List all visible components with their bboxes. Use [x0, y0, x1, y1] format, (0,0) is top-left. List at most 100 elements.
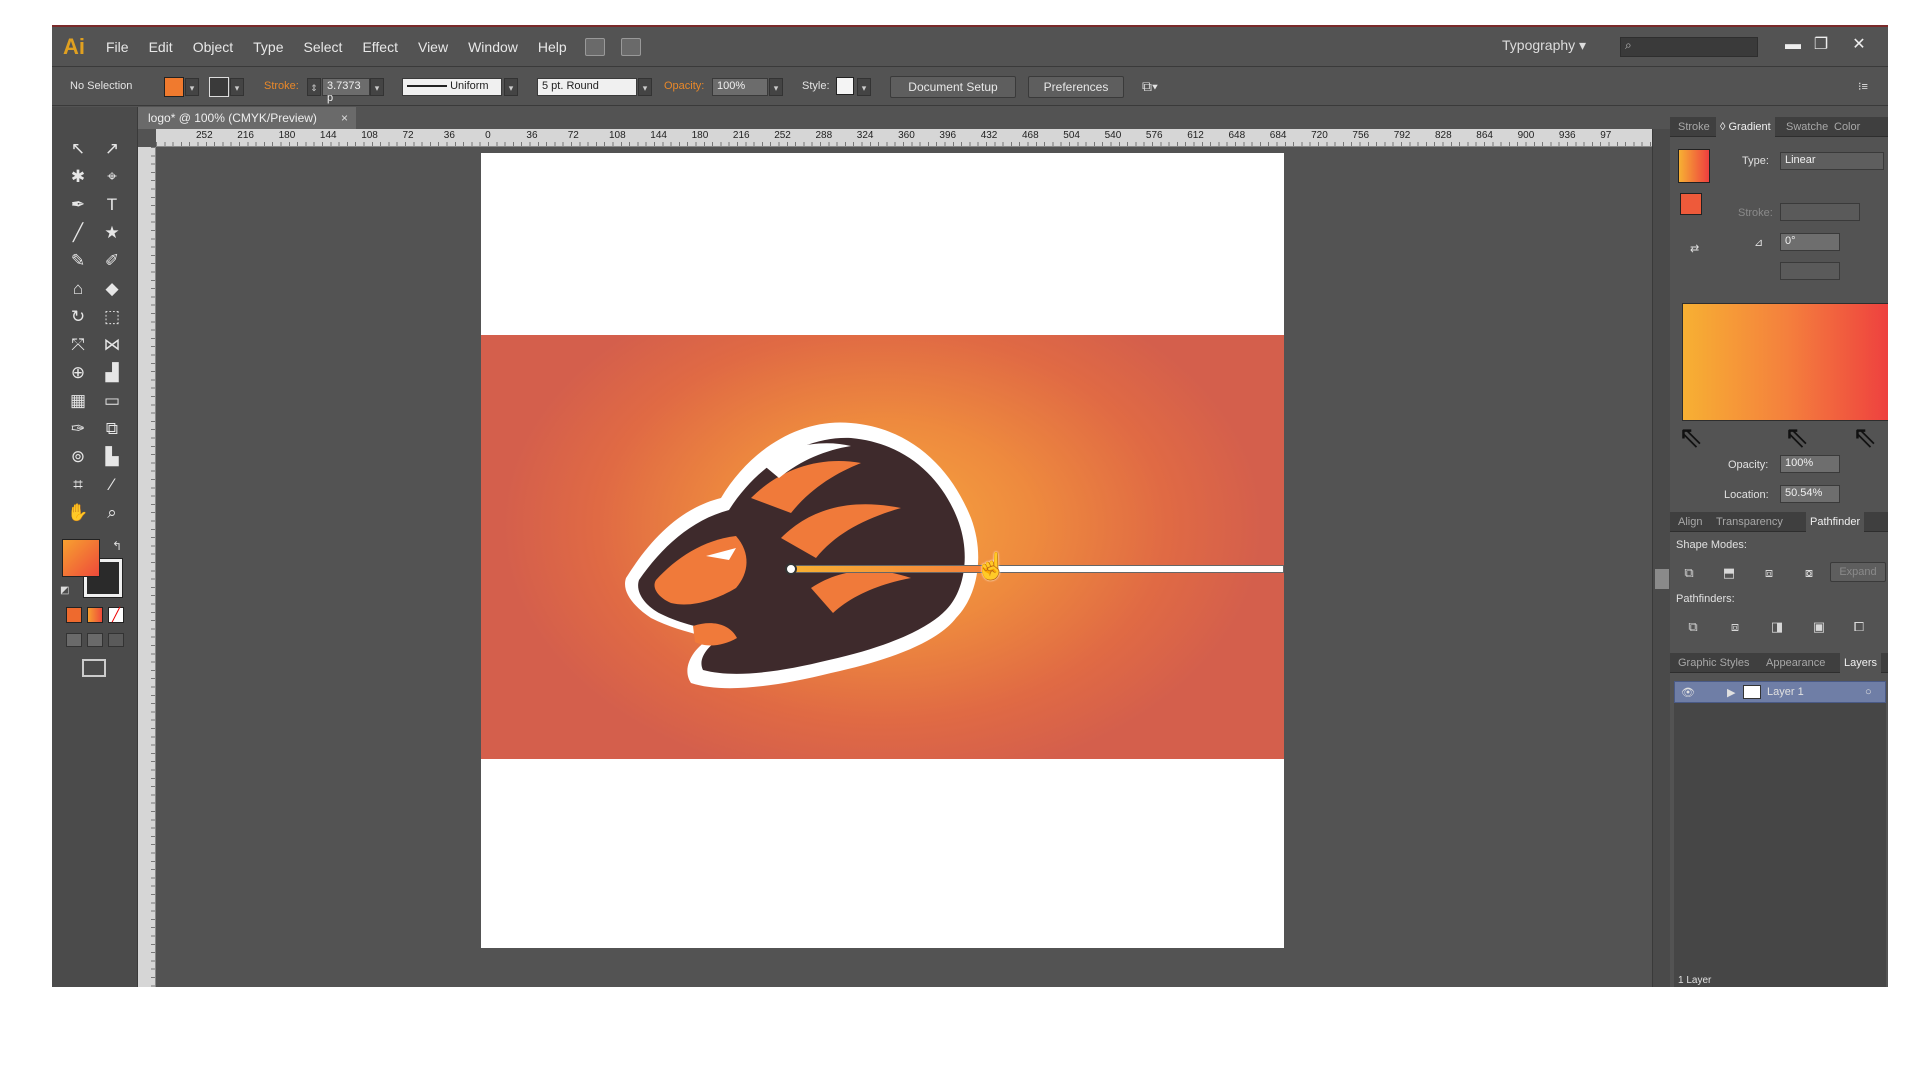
perspective-grid-tool-icon[interactable]: ▟ [98, 361, 126, 385]
bridge-icon[interactable] [584, 37, 605, 56]
default-colors-icon[interactable]: ◩ [60, 585, 69, 596]
none-mode-icon[interactable]: ╱ [108, 607, 124, 623]
artboard[interactable]: ☝ [481, 153, 1284, 948]
menu-view[interactable]: View [408, 39, 458, 55]
gradient-mode-icon[interactable] [87, 607, 103, 623]
horizontal-ruler[interactable]: 252 216 180 144 108 72 36 0 36 72 108 144 180 216 252 2… [156, 129, 1670, 147]
workspace-switcher[interactable]: Typography ▾ [1502, 37, 1586, 54]
style-swatch[interactable] [836, 77, 854, 95]
gradient-tool-icon[interactable]: ▭ [98, 389, 126, 413]
screen-mode-icon[interactable] [82, 659, 106, 677]
scale-tool-icon[interactable]: ⬚ [98, 305, 126, 329]
vertical-ruler[interactable] [138, 147, 156, 987]
menu-effect[interactable]: Effect [352, 39, 408, 55]
angle-field[interactable]: 0° [1780, 233, 1840, 251]
menu-help[interactable]: Help [528, 39, 577, 55]
crop-icon[interactable]: ▣ [1808, 617, 1830, 637]
gradient-annotator-bar[interactable] [791, 565, 1284, 573]
search-input[interactable]: ⌕ [1620, 37, 1758, 57]
restore-button[interactable]: ❐ [1808, 35, 1834, 55]
preferences-button[interactable]: Preferences [1028, 76, 1124, 98]
layer-name[interactable]: Layer 1 [1767, 686, 1804, 698]
layer-row[interactable]: 👁 ▶ Layer 1 ○ [1674, 681, 1886, 703]
stroke-weight-dropdown[interactable]: ▾ [370, 78, 384, 96]
minimize-button[interactable]: ▬ [1780, 35, 1806, 55]
fill-color-box[interactable] [62, 539, 100, 577]
draw-behind-icon[interactable] [87, 633, 103, 647]
direct-selection-tool-icon[interactable]: ↗ [98, 137, 126, 161]
tab-layers[interactable]: Layers [1840, 653, 1882, 673]
stroke-swatch[interactable] [209, 77, 229, 97]
reverse-gradient-icon[interactable]: ⇄ [1690, 242, 1699, 255]
fill-swatch[interactable] [164, 77, 184, 97]
style-dropdown[interactable]: ▾ [857, 78, 871, 96]
stop-opacity-field[interactable]: 100% [1780, 455, 1840, 473]
symbol-sprayer-tool-icon[interactable]: ⊚ [64, 445, 92, 469]
width-tool-icon[interactable]: ⤧ [64, 333, 92, 357]
gradient-stop-right-icon[interactable]: ⇖ [1852, 421, 1886, 455]
tab-pathfinder[interactable]: Pathfinder [1806, 512, 1865, 532]
draw-normal-icon[interactable] [66, 633, 82, 647]
tab-transparency[interactable]: Transparency [1712, 512, 1787, 532]
blob-brush-tool-icon[interactable]: ⌂ [64, 277, 92, 301]
menu-edit[interactable]: Edit [139, 39, 183, 55]
column-graph-tool-icon[interactable]: ▙ [98, 445, 126, 469]
minus-front-icon[interactable]: ⬒ [1718, 563, 1740, 583]
brush-dropdown[interactable]: ▾ [638, 78, 652, 96]
close-document-icon[interactable]: × [341, 107, 348, 129]
gradient-stop-mid-icon[interactable]: ⇖ [1784, 421, 1818, 455]
gradient-preview-swatch[interactable] [1678, 149, 1710, 183]
rotate-tool-icon[interactable]: ↻ [64, 305, 92, 329]
document-setup-button[interactable]: Document Setup [890, 76, 1016, 98]
stroke-stepper[interactable]: ⇕ [307, 78, 321, 96]
shape-builder-tool-icon[interactable]: ⊕ [64, 361, 92, 385]
stroke-profile-field[interactable]: Uniform [402, 78, 502, 96]
line-tool-icon[interactable]: ╱ [64, 221, 92, 245]
control-bar-menu-icon[interactable]: ⁝≡ [1858, 80, 1868, 93]
paintbrush-tool-icon[interactable]: ✎ [64, 249, 92, 273]
color-mode-icon[interactable] [66, 607, 82, 623]
pen-tool-icon[interactable]: ✒ [64, 193, 92, 217]
tab-gradient[interactable]: ◊ Gradient [1716, 117, 1775, 137]
eye-icon[interactable]: 👁 [1681, 686, 1695, 699]
lion-logo[interactable] [611, 388, 1011, 718]
menu-select[interactable]: Select [294, 39, 353, 55]
artboard-tool-icon[interactable]: ⌗ [64, 473, 92, 497]
merge-icon[interactable]: ◨ [1766, 617, 1788, 637]
slice-tool-icon[interactable]: ⁄ [98, 473, 126, 497]
mesh-tool-icon[interactable]: ▦ [64, 389, 92, 413]
selection-tool-icon[interactable]: ↖ [64, 137, 92, 161]
divide-icon[interactable]: ⧉ [1682, 617, 1704, 637]
menu-object[interactable]: Object [183, 39, 243, 55]
document-tab[interactable]: logo* @ 100% (CMYK/Preview) × [138, 107, 356, 129]
gradient-type-select[interactable]: Linear [1780, 152, 1884, 170]
opacity-dropdown[interactable]: ▾ [769, 78, 783, 96]
canvas[interactable]: ☝ [156, 147, 1652, 987]
menu-type[interactable]: Type [243, 39, 293, 55]
stroke-profile-dropdown[interactable]: ▾ [504, 78, 518, 96]
tab-swatches[interactable]: Swatche [1782, 117, 1832, 137]
tab-graphic-styles[interactable]: Graphic Styles [1674, 653, 1754, 673]
opacity-field[interactable]: 100% [712, 78, 768, 96]
fill-stroke-mini-icon[interactable] [1680, 193, 1702, 215]
trim-icon[interactable]: ⧈ [1724, 617, 1746, 637]
menu-window[interactable]: Window [458, 39, 528, 55]
opacity-label[interactable]: Opacity: [664, 80, 704, 92]
stop-location-field[interactable]: 50.54% [1780, 485, 1840, 503]
swap-fill-stroke-icon[interactable]: ↰ [112, 539, 122, 553]
gradient-stop-left-icon[interactable]: ⇖ [1678, 421, 1712, 455]
brush-field[interactable]: 5 pt. Round [537, 78, 637, 96]
arrange-documents-icon[interactable] [620, 37, 641, 56]
menu-file[interactable]: File [96, 39, 139, 55]
scrollbar-thumb[interactable] [1655, 569, 1669, 589]
expand-button[interactable]: Expand [1830, 562, 1886, 582]
draw-inside-icon[interactable] [108, 633, 124, 647]
tab-align[interactable]: Align [1674, 512, 1706, 532]
tab-stroke[interactable]: Stroke [1674, 117, 1714, 137]
type-tool-icon[interactable]: T [98, 193, 126, 217]
outline-icon[interactable]: ⧠ [1848, 617, 1870, 637]
layer-target-icon[interactable]: ○ [1865, 686, 1872, 698]
close-button[interactable]: ✕ [1846, 35, 1872, 55]
blend-tool-icon[interactable]: ⧉ [98, 417, 126, 441]
pencil-tool-icon[interactable]: ✐ [98, 249, 126, 273]
